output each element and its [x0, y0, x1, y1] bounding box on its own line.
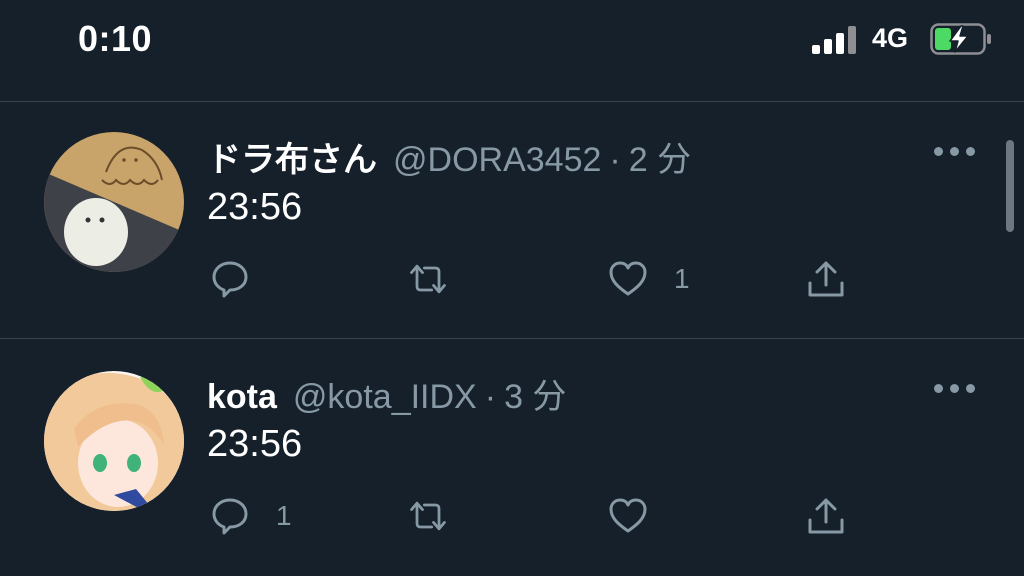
tweet-header: ドラ布さん @DORA3452 · 2 分 [207, 132, 691, 181]
share-icon [808, 261, 844, 297]
reply-icon [212, 498, 248, 535]
status-time: 0:10 [78, 18, 153, 59]
reply-icon [212, 261, 248, 298]
tweet[interactable]: ドラ布さん @DORA3452 · 2 分 23:56 1 [0, 102, 1024, 338]
tweet-text: 23:56 [207, 186, 303, 228]
like-count: 1 [674, 263, 690, 294]
retweet-icon [410, 264, 446, 294]
status-bar: 0:10 4G [0, 0, 1024, 100]
signal-icon [812, 24, 858, 54]
more-icon[interactable] [934, 147, 976, 161]
avatar[interactable] [44, 371, 184, 511]
battery-charging-icon [930, 23, 991, 55]
scrollbar[interactable] [1006, 140, 1014, 232]
share-button[interactable] [804, 491, 848, 541]
reply-button[interactable]: 1 [208, 491, 292, 541]
tweet-time[interactable]: 3 分 [504, 378, 566, 416]
display-name[interactable]: kota [207, 378, 277, 416]
reply-count: 1 [276, 500, 292, 531]
tweet-actions: 1 [0, 254, 1024, 304]
share-icon [808, 498, 844, 534]
like-icon [609, 498, 647, 533]
retweet-button[interactable] [406, 254, 474, 304]
separator: · [484, 378, 497, 416]
handle[interactable]: @DORA3452 [393, 141, 601, 179]
tweet-text: 23:56 [207, 423, 303, 465]
like-icon [609, 261, 647, 296]
handle[interactable]: @kota_IIDX [293, 378, 477, 416]
avatar-image-anime-girl-icon [44, 371, 184, 511]
separator: · [609, 141, 621, 179]
tweet-time[interactable]: 2 分 [629, 141, 691, 179]
tweet-actions: 1 [0, 491, 1024, 541]
avatar-image-ghost-icon [44, 132, 184, 272]
network-label: 4G [872, 23, 909, 53]
retweet-button[interactable] [406, 491, 474, 541]
display-name[interactable]: ドラ布さん [207, 141, 377, 179]
like-button[interactable]: 1 [606, 254, 690, 304]
more-icon[interactable] [934, 384, 976, 398]
tweet-header: kota @kota_IIDX · 3 分 [207, 369, 566, 418]
like-button[interactable] [606, 491, 674, 541]
tweet[interactable]: kota @kota_IIDX · 3 分 23:56 1 [0, 339, 1024, 575]
reply-button[interactable] [208, 254, 276, 304]
share-button[interactable] [804, 254, 848, 304]
avatar[interactable] [44, 132, 184, 272]
retweet-icon [410, 501, 446, 531]
